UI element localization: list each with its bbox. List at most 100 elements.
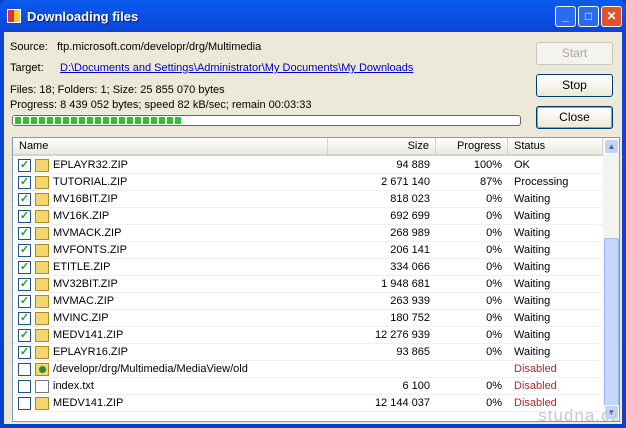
stop-button[interactable]: Stop — [536, 74, 613, 97]
scroll-up-icon[interactable]: ▲ — [604, 139, 619, 154]
size-cell: 180 752 — [390, 312, 430, 324]
checkbox-checked[interactable]: ✓ — [18, 345, 31, 359]
table-row[interactable]: ✓ EPLAYR32.ZIP 94 889 100% OK — [13, 157, 603, 174]
column-progress[interactable]: Progress — [436, 138, 508, 154]
name-cell: ✓ MV16K.ZIP — [13, 208, 328, 224]
name-cell: ✓ ETITLE.ZIP — [13, 259, 328, 275]
checkbox-checked[interactable]: ✓ — [18, 328, 31, 342]
file-name: MV32BIT.ZIP — [53, 277, 118, 290]
status-cell: Waiting — [514, 261, 551, 273]
zip-file-icon — [35, 277, 49, 291]
table-row[interactable]: ✓ MVINC.ZIP 180 752 0% Waiting — [13, 310, 603, 327]
target-link[interactable]: D:\Documents and Settings\Administrator\… — [60, 62, 413, 74]
window-title: Downloading files — [27, 9, 139, 24]
size-cell: 12 276 939 — [374, 329, 430, 341]
status-cell: Waiting — [514, 210, 551, 222]
table-row[interactable]: index.txt 6 100 0% Disabled — [13, 378, 603, 395]
name-cell: ✓ MV32BIT.ZIP — [13, 276, 328, 292]
progress-cell: 0% — [486, 295, 502, 307]
progress-cell: 0% — [486, 210, 502, 222]
zip-file-icon — [35, 260, 49, 274]
download-window: Downloading files _ □ ✕ Source: ftp.micr… — [0, 0, 626, 428]
source-value: ftp.microsoft.com/developr/drg/Multimedi… — [57, 41, 262, 53]
status-cell: Disabled — [514, 363, 557, 375]
file-name: index.txt — [53, 379, 94, 392]
file-name: MEDV141.ZIP — [53, 396, 124, 409]
checkbox-checked[interactable]: ✓ — [18, 192, 31, 206]
checkbox-checked[interactable]: ✓ — [18, 260, 31, 274]
text-file-icon — [35, 379, 49, 393]
target-label: Target: — [10, 62, 44, 74]
scroll-thumb[interactable] — [604, 238, 619, 406]
progress-bar — [12, 115, 521, 126]
progress-cell — [436, 361, 508, 377]
name-cell: ✓ MEDV141.ZIP — [13, 327, 328, 343]
checkbox-checked[interactable]: ✓ — [18, 294, 31, 308]
title-bar[interactable]: Downloading files _ □ ✕ — [0, 0, 626, 32]
name-cell: ✓ MVINC.ZIP — [13, 310, 328, 326]
size-cell: 206 141 — [390, 244, 430, 256]
table-row[interactable]: ✓ MVFONTS.ZIP 206 141 0% Waiting — [13, 242, 603, 259]
zip-file-icon — [35, 209, 49, 223]
table-row[interactable]: ✓ TUTORIAL.ZIP 2 671 140 87% Processing — [13, 174, 603, 191]
progress-cell: 0% — [486, 397, 502, 409]
size-cell — [328, 361, 436, 377]
status-cell: Waiting — [514, 244, 551, 256]
checkbox-checked[interactable]: ✓ — [18, 175, 31, 189]
table-row[interactable]: /developr/drg/Multimedia/MediaView/old Di… — [13, 361, 603, 378]
table-row[interactable]: ✓ MV32BIT.ZIP 1 948 681 0% Waiting — [13, 276, 603, 293]
table-row[interactable]: ✓ ETITLE.ZIP 334 066 0% Waiting — [13, 259, 603, 276]
table-row[interactable]: ✓ MVMAC.ZIP 263 939 0% Waiting — [13, 293, 603, 310]
size-cell: 692 699 — [390, 210, 430, 222]
source-label: Source: — [10, 41, 48, 53]
status-cell: Waiting — [514, 346, 551, 358]
checkbox-checked[interactable]: ✓ — [18, 209, 31, 223]
table-row[interactable]: ✓ MVMACK.ZIP 268 989 0% Waiting — [13, 225, 603, 242]
size-cell: 93 865 — [396, 346, 430, 358]
maximize-button[interactable]: □ — [578, 6, 599, 27]
table-row[interactable]: ✓ MV16K.ZIP 692 699 0% Waiting — [13, 208, 603, 225]
status-cell: OK — [514, 159, 530, 171]
size-cell: 334 066 — [390, 261, 430, 273]
checkbox-checked[interactable]: ✓ — [18, 158, 31, 172]
name-cell: ✓ TUTORIAL.ZIP — [13, 174, 328, 190]
file-name: MVMACK.ZIP — [53, 226, 122, 239]
progress-cell: 100% — [473, 159, 502, 171]
progress-cell: 87% — [479, 176, 502, 188]
progress-cell: 0% — [486, 193, 502, 205]
column-size[interactable]: Size — [328, 138, 436, 154]
column-status[interactable]: Status — [508, 138, 603, 154]
checkbox-unchecked[interactable] — [18, 362, 31, 376]
checkbox-unchecked[interactable] — [18, 379, 31, 393]
minimize-button[interactable]: _ — [555, 6, 576, 27]
name-cell: ✓ EPLAYR16.ZIP — [13, 344, 328, 360]
progress-cell: 0% — [486, 312, 502, 324]
close-window-button[interactable]: ✕ — [601, 6, 622, 27]
file-name: MV16BIT.ZIP — [53, 192, 118, 205]
file-list[interactable]: Name Size Progress Status ✓ EPLAYR32.ZIP 9… — [12, 137, 620, 422]
checkbox-unchecked[interactable] — [18, 396, 31, 410]
checkbox-checked[interactable]: ✓ — [18, 226, 31, 240]
file-name: EPLAYR16.ZIP — [53, 345, 128, 358]
checkbox-checked[interactable]: ✓ — [18, 311, 31, 325]
size-cell: 6 100 — [402, 380, 430, 392]
table-row[interactable]: ✓ MV16BIT.ZIP 818 023 0% Waiting — [13, 191, 603, 208]
file-name: MVFONTS.ZIP — [53, 243, 127, 256]
name-cell: index.txt — [13, 378, 328, 394]
column-name[interactable]: Name — [13, 138, 328, 154]
checkbox-checked[interactable]: ✓ — [18, 243, 31, 257]
checkbox-checked[interactable]: ✓ — [18, 277, 31, 291]
status-cell: Waiting — [514, 295, 551, 307]
table-row[interactable]: ✓ MEDV141.ZIP 12 276 939 0% Waiting — [13, 327, 603, 344]
status-cell: Waiting — [514, 193, 551, 205]
start-button[interactable]: Start — [536, 42, 613, 65]
progress-cell: 0% — [486, 244, 502, 256]
table-row[interactable]: ✓ EPLAYR16.ZIP 93 865 0% Waiting — [13, 344, 603, 361]
progress-cell: 0% — [486, 261, 502, 273]
client-area: Source: ftp.microsoft.com/developr/drg/M… — [4, 32, 622, 424]
vertical-scrollbar[interactable]: ▲ ▼ — [603, 138, 619, 421]
close-button[interactable]: Close — [536, 106, 613, 129]
table-row[interactable]: MEDV141.ZIP 12 144 037 0% Disabled — [13, 395, 603, 412]
file-name: /developr/drg/Multimedia/MediaView/old — [53, 362, 248, 375]
file-name: TUTORIAL.ZIP — [53, 175, 128, 188]
